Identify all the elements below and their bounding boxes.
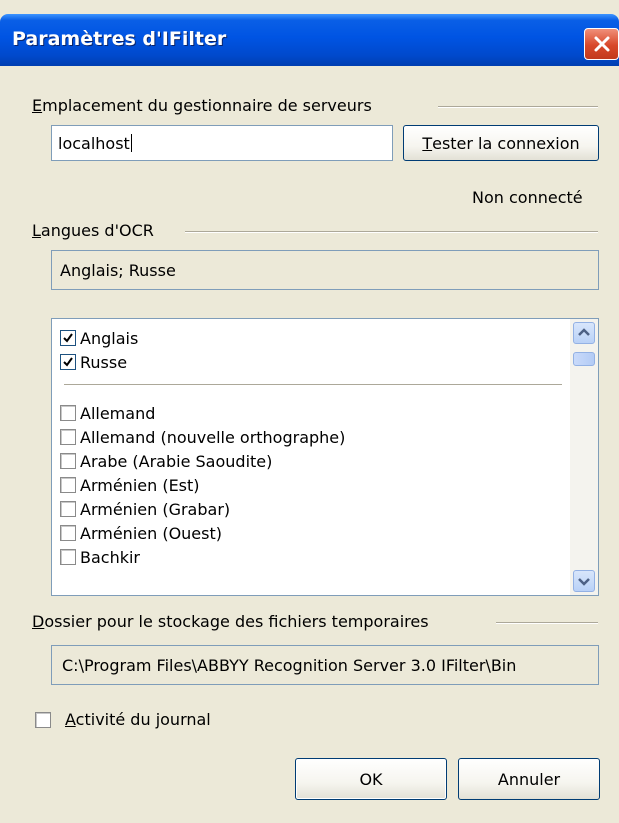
cancel-button[interactable]: Annuler: [458, 758, 600, 800]
close-button[interactable]: [584, 28, 619, 60]
log-activity-checkbox[interactable]: [35, 711, 51, 728]
checkbox[interactable]: [60, 429, 76, 445]
text-cursor: [130, 134, 132, 152]
checkbox-checked[interactable]: [60, 330, 76, 346]
list-item[interactable]: Bachkir: [60, 545, 140, 569]
test-connection-button[interactable]: Tester la connexion: [403, 125, 599, 161]
list-item[interactable]: Arabe (Arabie Saoudite): [60, 449, 272, 473]
group-divider: [438, 106, 598, 108]
arrow-up-icon: [578, 328, 590, 336]
checkmark-icon: [63, 357, 73, 367]
title-bar[interactable]: Paramètres d'IFilter: [0, 14, 619, 66]
list-item[interactable]: Anglais: [60, 326, 138, 350]
log-activity-option[interactable]: Activité du journal: [35, 710, 211, 729]
list-divider: [64, 384, 562, 385]
ocr-languages-label: Langues d'OCR: [32, 221, 154, 240]
group-divider: [496, 622, 598, 624]
checkmark-icon: [63, 333, 73, 343]
checkbox[interactable]: [60, 501, 76, 517]
checkbox[interactable]: [60, 549, 76, 565]
list-item[interactable]: Arménien (Ouest): [60, 521, 222, 545]
checkbox[interactable]: [60, 405, 76, 421]
list-item[interactable]: Russe: [60, 350, 127, 374]
checkbox[interactable]: [60, 453, 76, 469]
scroll-thumb[interactable]: [573, 352, 595, 366]
group-divider: [185, 231, 598, 233]
temp-folder-path: C:\Program Files\ABBYY Recognition Serve…: [51, 645, 599, 685]
checkbox-checked[interactable]: [60, 354, 76, 370]
close-icon: [594, 36, 610, 52]
window-title: Paramètres d'IFilter: [12, 28, 227, 50]
list-item[interactable]: Arménien (Grabar): [60, 497, 230, 521]
list-item[interactable]: Arménien (Est): [60, 473, 200, 497]
arrow-down-icon: [578, 578, 590, 586]
checkbox[interactable]: [60, 477, 76, 493]
scroll-up-button[interactable]: [573, 322, 595, 344]
temp-folder-label: Dossier pour le stockage des fichiers te…: [32, 612, 429, 631]
list-item[interactable]: Allemand (nouvelle orthographe): [60, 425, 345, 449]
list-item[interactable]: Allemand: [60, 401, 155, 425]
connection-status: Non connecté: [472, 188, 583, 207]
scroll-down-button[interactable]: [573, 570, 595, 592]
language-list[interactable]: Anglais Russe Allemand Allemand (nouvell…: [51, 318, 599, 596]
list-scrollbar[interactable]: [570, 319, 598, 595]
checkbox[interactable]: [60, 525, 76, 541]
log-activity-label: Activité du journal: [65, 710, 211, 729]
server-location-label: Emplacement du gestionnaire de serveurs: [32, 96, 372, 115]
selected-languages-summary: Anglais; Russe: [51, 250, 599, 290]
ok-button[interactable]: OK: [295, 758, 447, 800]
server-host-input[interactable]: localhost: [51, 125, 393, 161]
